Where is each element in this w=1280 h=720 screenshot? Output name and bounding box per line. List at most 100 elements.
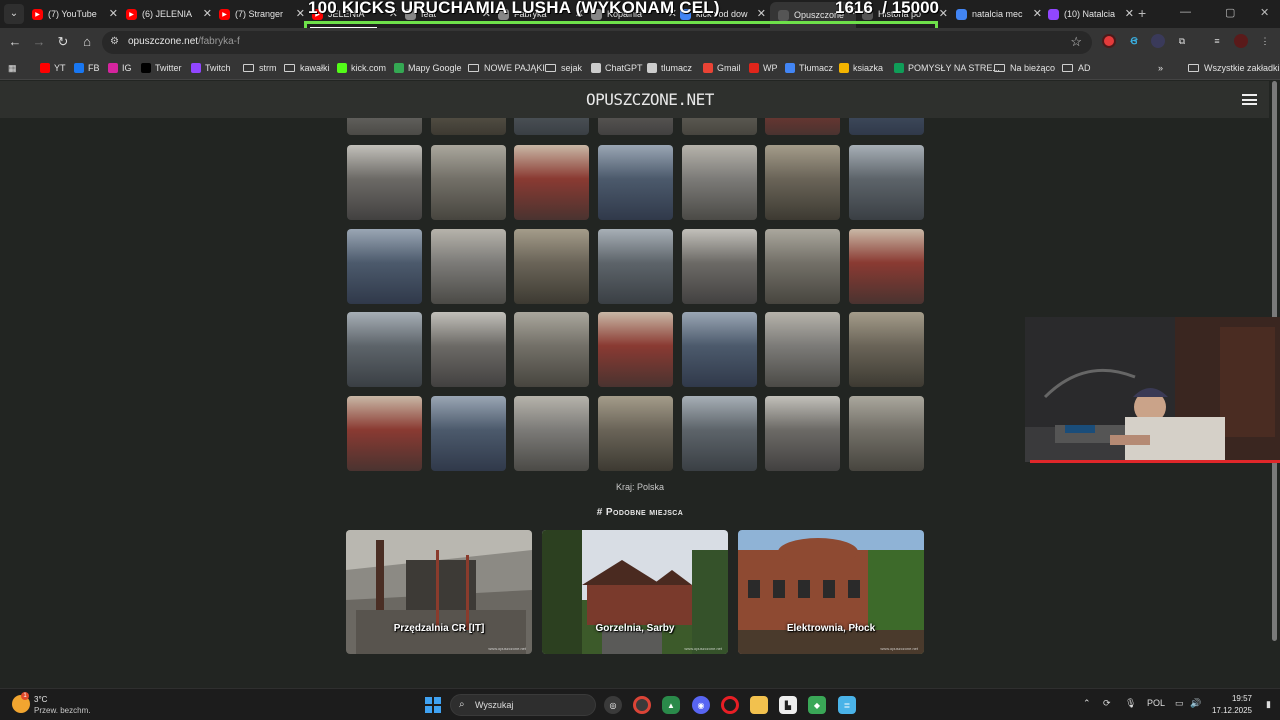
- network-icon[interactable]: ▭: [1175, 698, 1184, 709]
- chrome-app-icon[interactable]: [633, 696, 651, 714]
- tab-close-icon[interactable]: ✕: [757, 7, 766, 20]
- similar-place-card[interactable]: Gorzelnia, Sarby www.opuszczone.net: [542, 530, 728, 654]
- gallery-photo-thumbnail[interactable]: [849, 229, 924, 304]
- gallery-photo-thumbnail[interactable]: [598, 145, 673, 220]
- gallery-photo-thumbnail[interactable]: [431, 145, 506, 220]
- site-logo[interactable]: OPUSZCZONE.NET: [586, 90, 714, 109]
- maximize-icon[interactable]: ▢: [1225, 6, 1235, 19]
- opera-app-icon[interactable]: [721, 696, 739, 714]
- gallery-photo-thumbnail[interactable]: [431, 312, 506, 387]
- copilot-app-icon[interactable]: ◎: [604, 696, 622, 714]
- clock-time[interactable]: 19:57: [1220, 694, 1252, 703]
- bookmark-item[interactable]: sejak: [545, 61, 582, 75]
- notepad-app-icon[interactable]: ≣: [838, 696, 856, 714]
- tab-search-button[interactable]: ⌄: [4, 4, 24, 24]
- bookmark-item[interactable]: WP: [749, 61, 778, 75]
- microphone-icon[interactable]: 🎙: [1125, 698, 1136, 709]
- browser-tab[interactable]: ▶ (7) YouTube ✕: [32, 4, 118, 24]
- tab-close-icon[interactable]: ✕: [939, 7, 948, 20]
- browser-tab[interactable]: ▶ (6) JELENIA ✕: [126, 4, 212, 24]
- gallery-photo-thumbnail[interactable]: [598, 229, 673, 304]
- bookmark-item[interactable]: NOWE PAJĄKI: [468, 61, 545, 75]
- gallery-photo-thumbnail[interactable]: [514, 396, 589, 471]
- site-info-icon[interactable]: ⚙: [110, 36, 119, 47]
- discord-app-icon[interactable]: ◉: [692, 696, 710, 714]
- gallery-photo-thumbnail[interactable]: [431, 229, 506, 304]
- gallery-photo-thumbnail[interactable]: [347, 118, 422, 135]
- gallery-photo-thumbnail[interactable]: [765, 229, 840, 304]
- bookmark-item[interactable]: strm: [243, 61, 277, 75]
- apps-grid-icon[interactable]: ▦: [8, 61, 17, 75]
- gallery-photo-thumbnail[interactable]: [765, 312, 840, 387]
- similar-place-card[interactable]: Elektrownia, Płock www.opuszczone.net: [738, 530, 924, 654]
- volume-icon[interactable]: 🔊: [1190, 698, 1201, 709]
- bookmark-item[interactable]: Mapy Google: [394, 61, 462, 75]
- gallery-photo-thumbnail[interactable]: [765, 118, 840, 135]
- gallery-photo-thumbnail[interactable]: [765, 145, 840, 220]
- bookmark-item[interactable]: IG: [108, 61, 132, 75]
- browser-tab[interactable]: ▶ (7) Stranger ✕: [219, 4, 305, 24]
- gallery-photo-thumbnail[interactable]: [849, 312, 924, 387]
- gallery-photo-thumbnail[interactable]: [849, 145, 924, 220]
- record-extension-icon[interactable]: [1102, 34, 1116, 48]
- bookmark-item[interactable]: Na bieżąco: [994, 61, 1055, 75]
- gallery-photo-thumbnail[interactable]: [347, 396, 422, 471]
- gallery-photo-thumbnail[interactable]: [347, 229, 422, 304]
- gallery-photo-thumbnail[interactable]: [682, 145, 757, 220]
- tab-close-icon[interactable]: ✕: [1125, 7, 1134, 20]
- browser-tab[interactable]: (10) Natalcia ✕: [1048, 4, 1134, 24]
- gallery-photo-thumbnail[interactable]: [514, 229, 589, 304]
- bookmark-item[interactable]: ChatGPT: [591, 61, 643, 75]
- bookmark-item[interactable]: kick.com: [337, 61, 386, 75]
- gallery-photo-thumbnail[interactable]: [514, 312, 589, 387]
- gallery-photo-thumbnail[interactable]: [598, 118, 673, 135]
- home-icon[interactable]: ⌂: [79, 34, 95, 50]
- gallery-photo-thumbnail[interactable]: [431, 118, 506, 135]
- gallery-photo-thumbnail[interactable]: [682, 118, 757, 135]
- browser-menu-icon[interactable]: ⋮: [1258, 34, 1272, 48]
- similar-place-card[interactable]: Przędzalnia CR [IT] www.opuszczone.net: [346, 530, 532, 654]
- bookmark-item[interactable]: POMYSŁY NA STRE...: [894, 61, 1000, 75]
- gallery-photo-thumbnail[interactable]: [849, 396, 924, 471]
- bookmark-item[interactable]: Twitter: [141, 61, 182, 75]
- bookmark-item[interactable]: Gmail: [703, 61, 741, 75]
- extensions-puzzle-icon[interactable]: ⧉: [1175, 34, 1189, 48]
- address-bar[interactable]: ⚙ opuszczone.net/fabryka-f ☆: [102, 31, 1092, 54]
- gallery-photo-thumbnail[interactable]: [514, 145, 589, 220]
- bookmark-item[interactable]: kawałki: [284, 61, 330, 75]
- gallery-photo-thumbnail[interactable]: [598, 312, 673, 387]
- bookmark-star-icon[interactable]: ☆: [1070, 34, 1082, 50]
- forward-icon[interactable]: →: [31, 34, 47, 50]
- gallery-photo-thumbnail[interactable]: [682, 312, 757, 387]
- start-button[interactable]: [425, 697, 441, 713]
- notes-app-icon[interactable]: ▙: [779, 696, 797, 714]
- gallery-photo-thumbnail[interactable]: [347, 145, 422, 220]
- notifications-icon[interactable]: ▮: [1266, 699, 1271, 710]
- shield-app-icon[interactable]: ▲: [662, 696, 680, 714]
- bookmark-item[interactable]: tlumacz: [647, 61, 692, 75]
- gallery-photo-thumbnail[interactable]: [682, 229, 757, 304]
- bookmark-item[interactable]: Tłumacz: [785, 61, 833, 75]
- new-tab-button[interactable]: +: [1138, 5, 1146, 21]
- back-icon[interactable]: ←: [7, 34, 23, 50]
- tab-close-icon[interactable]: ✕: [109, 7, 118, 20]
- file-explorer-icon[interactable]: [750, 696, 768, 714]
- weather-temperature[interactable]: 3°C: [34, 695, 47, 704]
- reload-icon[interactable]: ↻: [55, 34, 71, 50]
- tab-close-icon[interactable]: ✕: [296, 7, 305, 20]
- bookmark-item[interactable]: ksiazka: [839, 61, 883, 75]
- tray-overflow-icon[interactable]: ⌃: [1083, 698, 1091, 709]
- clock-date[interactable]: 17.12.2025: [1208, 706, 1252, 715]
- gallery-photo-thumbnail[interactable]: [765, 396, 840, 471]
- browser-tab[interactable]: natalcia mec ✕: [956, 4, 1042, 24]
- language-indicator[interactable]: POL: [1147, 698, 1165, 708]
- bookmark-item[interactable]: Twitch: [191, 61, 231, 75]
- gallery-photo-thumbnail[interactable]: [849, 118, 924, 135]
- profile-avatar[interactable]: [1234, 34, 1248, 48]
- gallery-photo-thumbnail[interactable]: [598, 396, 673, 471]
- taskbar-search[interactable]: ⌕ Wyszukaj: [450, 694, 596, 716]
- app-icon[interactable]: ◆: [808, 696, 826, 714]
- tab-close-icon[interactable]: ✕: [203, 7, 212, 20]
- bookmark-item[interactable]: AD: [1062, 61, 1091, 75]
- gallery-photo-thumbnail[interactable]: [347, 312, 422, 387]
